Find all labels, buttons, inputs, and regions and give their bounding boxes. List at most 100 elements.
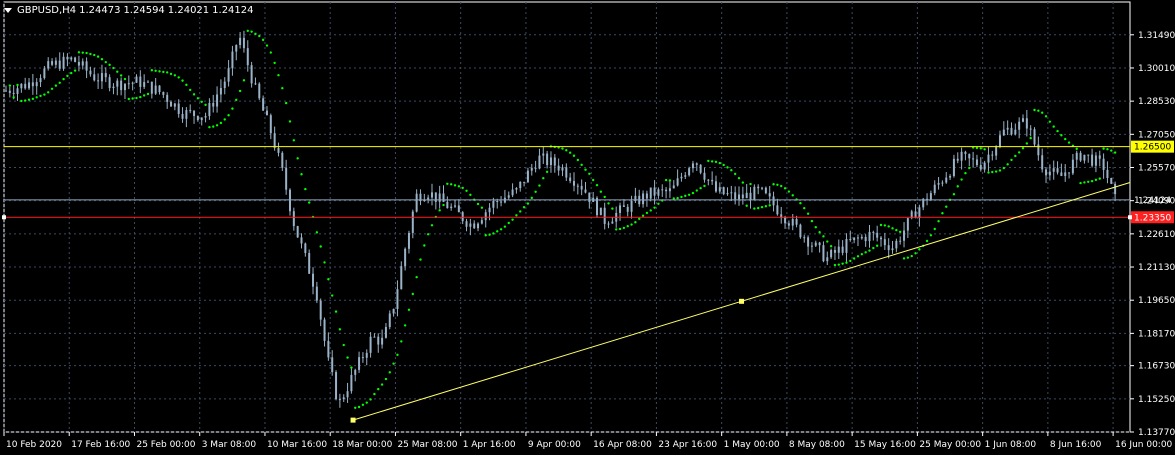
candle-body	[200, 117, 203, 121]
sar-dot	[377, 387, 380, 391]
candle-body	[596, 197, 599, 216]
sar-dot	[872, 246, 875, 250]
candle-body	[1098, 155, 1101, 159]
candle-body	[300, 237, 303, 244]
candle-body	[841, 246, 844, 253]
candle-body	[361, 357, 364, 359]
candle-body	[492, 200, 495, 208]
sar-dot	[906, 256, 910, 259]
candle-body	[887, 245, 890, 251]
sar-dot	[492, 232, 495, 235]
support-handle	[1128, 215, 1132, 220]
candle-body	[1018, 121, 1021, 130]
sar-dot	[641, 214, 645, 217]
candle-body	[599, 207, 602, 216]
sar-dot	[499, 228, 503, 231]
candle-body	[960, 151, 963, 161]
candle-body	[929, 193, 932, 201]
sar-dot	[323, 261, 326, 264]
sar-dot	[307, 201, 311, 204]
candle-body	[181, 113, 184, 119]
sar-dot	[668, 179, 672, 182]
sar-dot	[8, 84, 12, 87]
sar-dot	[215, 124, 219, 127]
candle-body	[987, 154, 990, 163]
sar-dot	[1113, 151, 1117, 154]
candle-body	[672, 185, 675, 189]
support-label: 1.23350	[1134, 213, 1171, 223]
candle-body	[123, 83, 126, 91]
sar-dot	[760, 205, 764, 209]
candle-body	[734, 192, 737, 200]
sar-dot	[142, 94, 146, 97]
close-value: 1.24124	[212, 4, 254, 16]
candle-body	[312, 273, 315, 287]
candle-body	[895, 240, 898, 249]
sar-dot	[449, 183, 453, 186]
candle-body	[415, 193, 418, 212]
sar-dot	[488, 233, 491, 236]
sar-dot	[480, 206, 484, 209]
candle-body	[273, 133, 276, 148]
sar-dot	[1056, 129, 1059, 133]
sar-dot	[787, 190, 791, 193]
sar-dot	[442, 203, 445, 207]
sar-dot	[123, 77, 127, 81]
sar-dot	[373, 392, 376, 396]
sar-dot	[937, 220, 940, 223]
sar-dot	[803, 206, 806, 210]
sar-dot	[1002, 166, 1006, 170]
candle-body	[941, 182, 944, 184]
sar-dot	[1037, 109, 1040, 112]
candle-body	[795, 218, 798, 225]
candle-body	[576, 185, 579, 187]
sar-dot	[1083, 181, 1086, 184]
candle-body	[204, 116, 207, 118]
candle-body	[31, 82, 34, 87]
sar-dot	[856, 255, 860, 258]
sar-dot	[707, 159, 710, 163]
sar-dot	[733, 172, 737, 176]
time-tick-label: 16 Apr 08:00	[593, 440, 652, 450]
candle-body	[288, 189, 291, 212]
candle-body	[918, 207, 921, 219]
sar-dot	[227, 114, 230, 117]
candle-body	[856, 237, 859, 239]
candle-body	[430, 192, 433, 198]
candle-body	[400, 266, 403, 290]
sar-dot	[1006, 163, 1009, 166]
candle-body	[350, 374, 353, 392]
candle-body	[146, 81, 149, 83]
candle-body	[74, 57, 77, 62]
sar-dot	[772, 183, 775, 186]
sar-dot	[265, 44, 269, 47]
candle-body	[1002, 129, 1005, 136]
price-chart[interactable]: GBPUSD,H4 1.24473 1.24594 1.24021 1.2412…	[0, 0, 1175, 455]
sar-dot	[139, 95, 142, 99]
candle-body	[369, 336, 372, 353]
sar-dot	[945, 205, 948, 208]
sar-dot	[826, 240, 829, 243]
sar-dot	[895, 228, 898, 232]
sar-dot	[31, 97, 35, 101]
sar-dot	[66, 74, 69, 78]
candle-body	[876, 232, 879, 238]
sar-dot	[745, 204, 748, 207]
sar-dot	[269, 51, 273, 54]
sar-dot	[242, 79, 246, 82]
candle-body	[265, 110, 268, 116]
trendline[interactable]	[350, 182, 1131, 423]
sar-dot	[910, 254, 913, 258]
candle-body	[653, 187, 656, 196]
triangle-down-icon[interactable]	[4, 7, 12, 13]
sar-dot	[676, 196, 679, 200]
sar-dot	[235, 98, 238, 102]
chart-canvas[interactable]: 1.24124 1.26500 1.23350 1.31490 1.30010 1.28…	[0, 0, 1175, 455]
candle-body	[622, 205, 625, 207]
horizontal-levels[interactable]: 1.241241.265001.23350	[2, 140, 1174, 224]
candle-body	[787, 223, 790, 226]
candle-body	[250, 65, 253, 84]
sar-dot	[426, 233, 430, 236]
trendline-handle	[739, 298, 745, 304]
candle-body	[496, 200, 499, 202]
